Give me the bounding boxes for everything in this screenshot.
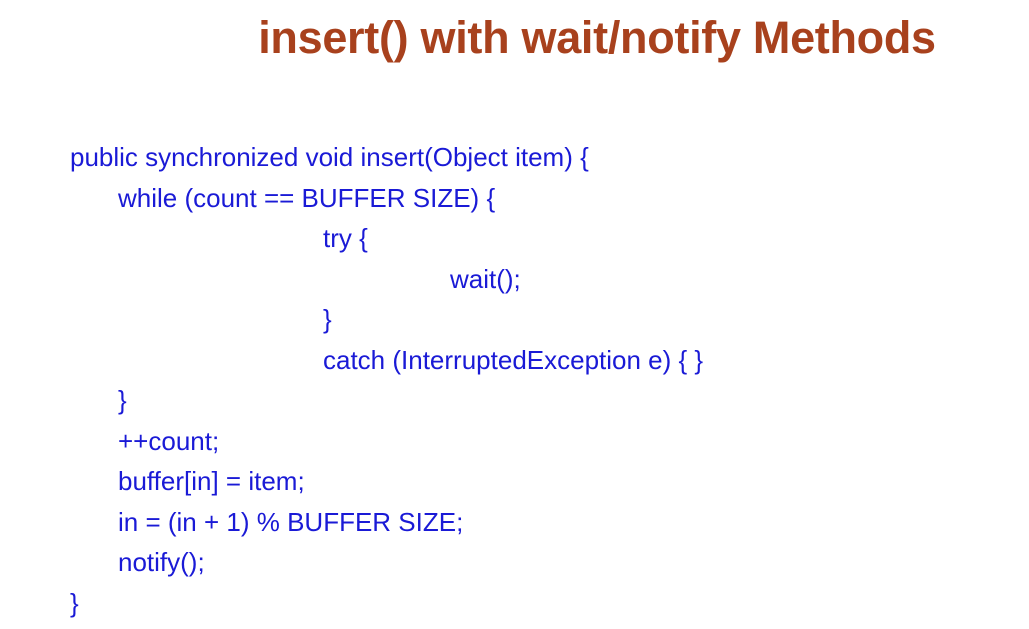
slide: insert() with wait/notify Methods public… xyxy=(0,0,1029,629)
code-line-try: try { xyxy=(323,223,368,253)
slide-title: insert() with wait/notify Methods xyxy=(258,12,936,63)
code-line-notify: notify(); xyxy=(118,547,205,577)
code-line-catch: catch (InterruptedException e) { } xyxy=(323,344,704,375)
code-line-try-close: } xyxy=(323,304,332,334)
code-line-method-signature: public synchronized void insert(Object i… xyxy=(70,142,589,172)
code-line-in-update: in = (in + 1) % BUFFER SIZE; xyxy=(118,506,464,537)
code-line-while: while (count == BUFFER SIZE) { xyxy=(118,182,496,213)
code-line-buffer-assign: buffer[in] = item; xyxy=(118,466,305,496)
code-line-increment-count: ++count; xyxy=(118,425,220,456)
code-line-while-close: } xyxy=(118,385,127,415)
code-line-wait: wait(); xyxy=(450,263,521,294)
code-block: public synchronized void insert(Object i… xyxy=(70,137,703,623)
code-line-method-close: } xyxy=(70,587,79,618)
